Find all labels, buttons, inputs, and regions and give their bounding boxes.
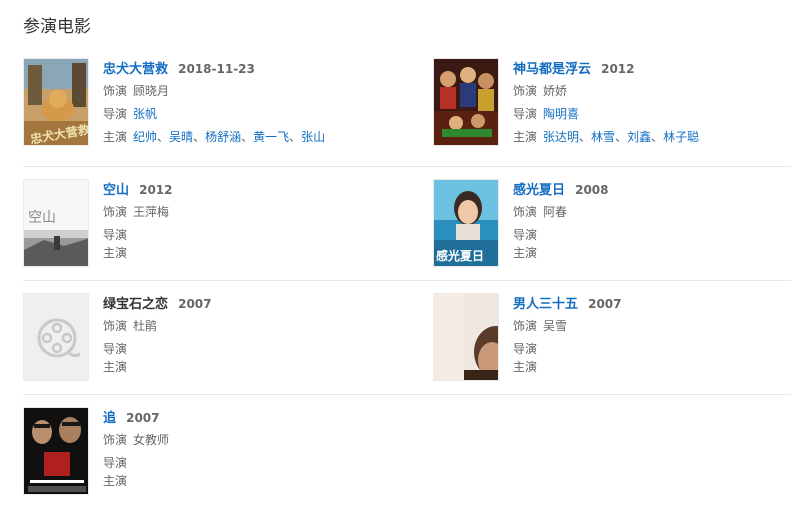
cast-label: 主演: [513, 130, 538, 144]
director-label: 导演: [103, 342, 128, 356]
movie-title-link[interactable]: 忠犬大营救: [103, 62, 168, 77]
director-label: 导演: [513, 107, 538, 121]
row-divider: [23, 394, 791, 395]
director-label: 导演: [103, 107, 128, 121]
movie-date: 2007: [588, 297, 622, 311]
role-label: 饰演: [513, 84, 538, 98]
movie-date: 2007: [178, 297, 212, 311]
movie-poster[interactable]: 感光夏日: [433, 179, 499, 267]
cast-label: 主演: [513, 360, 538, 374]
movie-item: 空山 空山 2012 饰演 王萍梅 导演 主演: [23, 179, 363, 271]
section-title: 参演电影: [23, 17, 91, 37]
movie-title-link[interactable]: 感光夏日: [513, 183, 565, 198]
role-label: 饰演: [513, 205, 538, 219]
role-label: 饰演: [103, 433, 128, 447]
movie-item: 神马都是浮云 2012 饰演 娇娇 导演 陶明喜 主演 张达明、林雪、刘鑫、林子聪: [433, 58, 773, 150]
poster-image: 感光夏日: [434, 180, 498, 266]
role-label: 饰演: [103, 84, 128, 98]
cast-link[interactable]: 黄一飞: [253, 130, 289, 144]
movie-item: 男人三十五 2007 饰演 吴雪 导演 主演: [433, 293, 773, 385]
movie-poster[interactable]: [23, 407, 89, 495]
role-value: 王萍梅: [133, 205, 170, 219]
movie-title-link[interactable]: 追: [103, 411, 116, 426]
movie-title-link[interactable]: 男人三十五: [513, 297, 578, 312]
role-label: 饰演: [103, 205, 128, 219]
movie-title: 绿宝石之恋: [103, 297, 169, 312]
movie-poster[interactable]: 忠犬大营救: [23, 58, 89, 146]
role-value: 娇娇: [543, 84, 568, 98]
svg-text:感光夏日: 感光夏日: [436, 248, 484, 263]
role-value: 吴雪: [543, 319, 568, 333]
director-label: 导演: [513, 342, 538, 356]
cast-link[interactable]: 张山: [301, 130, 325, 144]
row-divider: [23, 280, 791, 281]
poster-image: 空山: [24, 180, 88, 266]
role-label: 饰演: [513, 319, 538, 333]
cast-link[interactable]: 纪帅: [133, 130, 157, 144]
cast-link[interactable]: 林雪: [591, 130, 615, 144]
movie-item: 感光夏日 感光夏日 2008 饰演 阿春 导演 主演: [433, 179, 773, 271]
film-reel-icon: [24, 294, 88, 380]
movie-poster[interactable]: [433, 58, 499, 146]
poster-image: [24, 408, 88, 494]
cast-label: 主演: [103, 246, 128, 260]
director-label: 导演: [513, 228, 538, 242]
movie-date: 2012: [139, 183, 173, 197]
movie-item: 忠犬大营救 忠犬大营救 2018-11-23 饰演 顾晓月 导演 张帆 主演 纪帅、吴…: [23, 58, 363, 150]
row-divider: [23, 166, 791, 167]
director-label: 导演: [103, 228, 128, 242]
movie-title-link[interactable]: 空山: [103, 183, 129, 198]
role-label: 饰演: [103, 319, 128, 333]
cast-link[interactable]: 刘鑫: [627, 130, 651, 144]
cast-label: 主演: [103, 474, 128, 488]
cast-link[interactable]: 吴晴: [169, 130, 193, 144]
movie-title-link[interactable]: 神马都是浮云: [513, 62, 591, 77]
movie-date: 2018-11-23: [178, 62, 255, 76]
role-value: 杜鹃: [133, 319, 158, 333]
role-value: 阿春: [543, 205, 568, 219]
movie-item: 追 2007 饰演 女教师 导演 主演: [23, 407, 363, 499]
cast-link[interactable]: 林子聪: [663, 130, 699, 144]
role-value: 顾晓月: [133, 84, 170, 98]
poster-image: [434, 59, 498, 145]
poster-image: [434, 294, 498, 380]
poster-image: 忠犬大营救: [24, 59, 88, 145]
movie-date: 2012: [601, 62, 635, 76]
director-link[interactable]: 陶明喜: [543, 107, 579, 121]
role-value: 女教师: [133, 433, 170, 447]
cast-label: 主演: [103, 360, 128, 374]
movie-poster[interactable]: 空山: [23, 179, 89, 267]
cast-label: 主演: [513, 246, 538, 260]
movie-date: 2008: [575, 183, 609, 197]
cast-label: 主演: [103, 130, 128, 144]
cast-link[interactable]: 张达明: [543, 130, 579, 144]
director-label: 导演: [103, 456, 128, 470]
movie-poster[interactable]: [433, 293, 499, 381]
svg-text:空山: 空山: [28, 210, 56, 226]
director-link[interactable]: 张帆: [133, 107, 157, 121]
movie-item: 绿宝石之恋 2007 饰演 杜鹃 导演 主演: [23, 293, 363, 385]
movie-date: 2007: [126, 411, 160, 425]
cast-link[interactable]: 杨舒涵: [205, 130, 241, 144]
movie-poster[interactable]: [23, 293, 89, 381]
